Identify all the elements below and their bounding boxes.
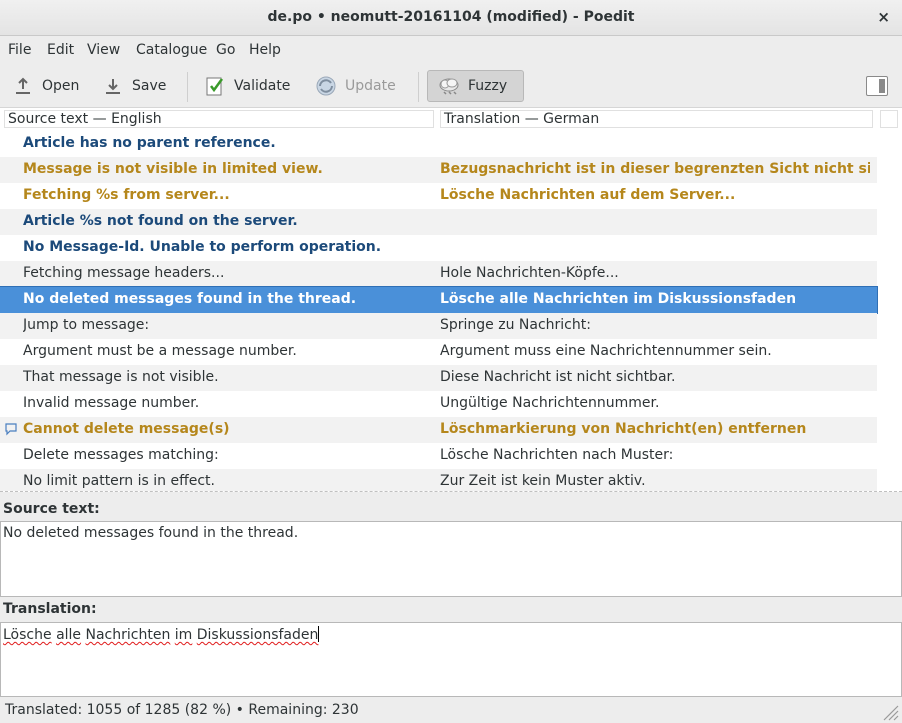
list-row[interactable]: Article %s not found on the server. (0, 209, 877, 235)
source-cell: Message is not visible in limited view. (23, 161, 323, 177)
list-header: Source text — English Translation — Germ… (0, 108, 902, 130)
toolbar-separator (187, 72, 188, 102)
update-icon (315, 75, 337, 97)
list-rows: Article has no parent reference. Message … (0, 131, 878, 491)
translation-cell: Lösche Nachrichten nach Muster: (440, 447, 674, 463)
translation-label: Translation: (3, 601, 97, 617)
menu-catalogue[interactable]: Catalogue (136, 42, 207, 58)
source-cell: Cannot delete message(s) (23, 421, 230, 437)
translation-word: alle (56, 627, 82, 643)
menu-view[interactable]: View (87, 42, 120, 58)
open-label: Open (42, 78, 80, 94)
translation-cell: Bezugsnachricht ist in dieser begrenzten… (440, 161, 870, 177)
translation-word: Nachrichten (85, 627, 171, 643)
source-cell: No deleted messages found in the thread. (23, 291, 357, 307)
translation-word: Diskussionsfaden (196, 627, 319, 643)
list-row[interactable]: Invalid message number. Ungültige Nachric… (0, 391, 877, 417)
list-row[interactable]: Argument must be a message number. Argume… (0, 339, 877, 365)
save-button[interactable]: Save (102, 70, 166, 102)
menu-help[interactable]: Help (249, 42, 281, 58)
list-row[interactable]: Jump to message: Springe zu Nachricht: (0, 313, 877, 339)
update-button[interactable]: Update (315, 70, 396, 102)
menu-file[interactable]: File (8, 42, 31, 58)
close-button[interactable]: × (877, 8, 890, 26)
list-row[interactable]: Fetching message headers... Hole Nachrich… (0, 261, 877, 287)
source-cell: Jump to message: (23, 317, 150, 333)
source-column-header[interactable]: Source text — English (4, 110, 434, 128)
window-title: de.po • neomutt-20161104 (modified) - Po… (267, 9, 635, 25)
translation-cell: Ungültige Nachrichtennummer. (440, 395, 660, 411)
source-cell: Delete messages matching: (23, 447, 219, 463)
fuzzy-toggle-button[interactable]: Fuzzy (427, 70, 525, 102)
title-bar: de.po • neomutt-20161104 (modified) - Po… (0, 0, 902, 36)
source-cell: That message is not visible. (23, 369, 219, 385)
update-label: Update (345, 78, 396, 94)
translation-list[interactable]: Source text — English Translation — Germ… (0, 108, 902, 492)
translation-field[interactable]: Lösche alle Nachrichten im Diskussionsfa… (0, 622, 902, 697)
translation-cell: Zur Zeit ist kein Muster aktiv. (440, 473, 646, 489)
list-row[interactable]: Delete messages matching: Lösche Nachric… (0, 443, 877, 469)
save-label: Save (132, 78, 167, 94)
status-text: Translated: 1055 of 1285 (82 %) • Remain… (5, 702, 359, 718)
text-cursor (318, 626, 320, 642)
fuzzy-label: Fuzzy (468, 78, 508, 94)
menu-go[interactable]: Go (216, 42, 235, 58)
source-text-label: Source text: (3, 501, 100, 517)
list-row[interactable]: No limit pattern is in effect. Zur Zeit i… (0, 469, 877, 491)
translation-word: im (174, 627, 193, 643)
open-button[interactable]: Open (12, 70, 79, 102)
source-text-box: No deleted messages found in the thread. (0, 521, 902, 597)
translation-column-header[interactable]: Translation — German (440, 110, 873, 128)
translation-cell: Argument muss eine Nachrichtennummer sei… (440, 343, 772, 359)
list-row[interactable]: Article has no parent reference. (0, 131, 877, 157)
open-icon (12, 75, 34, 97)
list-row[interactable]: Message is not visible in limited view. B… (0, 157, 877, 183)
fuzzy-icon (438, 75, 460, 97)
translation-cell: Springe zu Nachricht: (440, 317, 591, 333)
translation-cell: Diese Nachricht ist nicht sichtbar. (440, 369, 676, 385)
source-cell: No limit pattern is in effect. (23, 473, 215, 489)
sidebar-toggle-icon[interactable] (866, 76, 888, 96)
extra-column-header (880, 110, 898, 128)
validate-label: Validate (234, 78, 291, 94)
list-row[interactable]: Cannot delete message(s) Löschmarkierung … (0, 417, 877, 443)
source-cell: Article has no parent reference. (23, 135, 276, 151)
source-cell: Fetching %s from server... (23, 187, 230, 203)
list-row[interactable]: No deleted messages found in the thread.… (0, 286, 878, 314)
resize-grip-icon[interactable] (879, 701, 899, 721)
translation-cell: Löschmarkierung von Nachricht(en) entfer… (440, 421, 807, 437)
toolbar: Open Save Validate Update Fuzzy (0, 66, 902, 108)
validate-button[interactable]: Validate (204, 70, 290, 102)
source-cell: No Message-Id. Unable to perform operati… (23, 239, 382, 255)
comment-icon (4, 422, 18, 436)
source-cell: Invalid message number. (23, 395, 200, 411)
source-cell: Fetching message headers... (23, 265, 225, 281)
status-bar: Translated: 1055 of 1285 (82 %) • Remain… (0, 698, 902, 723)
toolbar-separator (418, 72, 419, 102)
translation-cell: Lösche alle Nachrichten im Diskussionsfa… (440, 291, 797, 307)
list-row[interactable]: Fetching %s from server... Lösche Nachric… (0, 183, 877, 209)
source-cell: Argument must be a message number. (23, 343, 297, 359)
translation-word: Lösche (3, 627, 52, 643)
menu-bar: File Edit View Catalogue Go Help (0, 36, 902, 66)
source-text: No deleted messages found in the thread. (3, 525, 299, 541)
translation-cell: Hole Nachrichten-Köpfe... (440, 265, 619, 281)
save-icon (102, 75, 124, 97)
list-row[interactable]: No Message-Id. Unable to perform operati… (0, 235, 877, 261)
list-row[interactable]: That message is not visible. Diese Nachri… (0, 365, 877, 391)
menu-edit[interactable]: Edit (47, 42, 74, 58)
translation-cell: Lösche Nachrichten auf dem Server... (440, 187, 736, 203)
validate-icon (204, 75, 226, 97)
source-cell: Article %s not found on the server. (23, 213, 298, 229)
